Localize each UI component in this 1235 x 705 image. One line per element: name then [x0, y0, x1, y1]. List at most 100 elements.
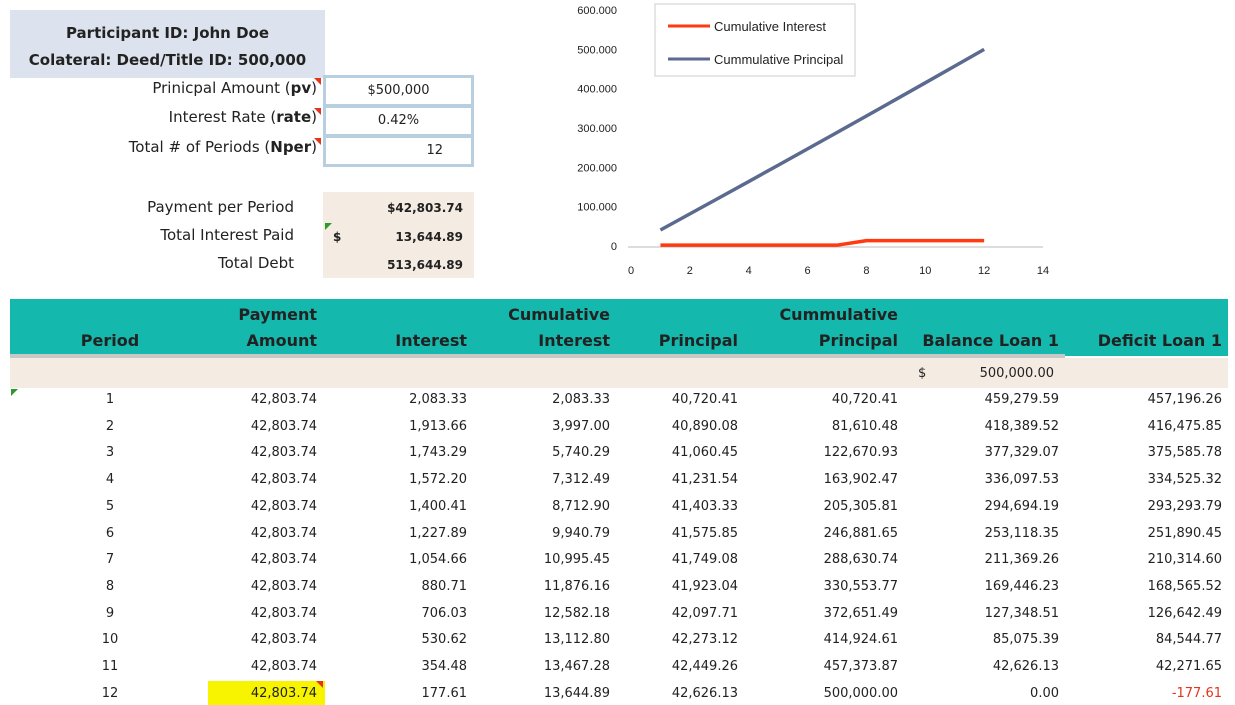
- cell-deficit[interactable]: -177.61: [1172, 686, 1222, 701]
- cell-cum-principal[interactable]: 457,373.87: [824, 659, 898, 674]
- cell-interest[interactable]: 1,054.66: [409, 552, 467, 567]
- cell-cum-interest[interactable]: 7,312.49: [552, 472, 610, 487]
- cell-deficit[interactable]: 42,271.65: [1156, 659, 1222, 674]
- cell-payment[interactable]: 42,803.74: [251, 552, 317, 567]
- cell-cum-principal[interactable]: 500,000.00: [824, 686, 898, 701]
- cell-deficit[interactable]: 457,196.26: [1148, 392, 1222, 407]
- cell-payment[interactable]: 42,803.74: [251, 632, 317, 647]
- cell-principal[interactable]: 41,923.04: [672, 579, 738, 594]
- cell-balance[interactable]: 211,369.26: [985, 552, 1059, 567]
- cell-interest[interactable]: 1,743.29: [409, 445, 467, 460]
- cell-period[interactable]: 9: [80, 606, 140, 621]
- cell-interest[interactable]: 1,227.89: [409, 526, 467, 541]
- cell-cum-interest[interactable]: 11,876.16: [544, 579, 610, 594]
- cell-interest[interactable]: 706.03: [422, 606, 468, 621]
- cell-interest[interactable]: 354.48: [422, 659, 468, 674]
- cell-deficit[interactable]: 416,475.85: [1148, 419, 1222, 434]
- cell-interest[interactable]: 2,083.33: [409, 392, 467, 407]
- cell-payment[interactable]: 42,803.74: [251, 579, 317, 594]
- cell-deficit[interactable]: 293,293.79: [1148, 499, 1222, 514]
- cell-principal[interactable]: 41,060.45: [672, 445, 738, 460]
- cell-cum-interest[interactable]: 12,582.18: [544, 606, 610, 621]
- cell-balance[interactable]: 0.00: [1030, 686, 1059, 701]
- cell-cum-interest[interactable]: 8,712.90: [552, 499, 610, 514]
- payment-value[interactable]: $42,803.74: [387, 201, 463, 215]
- cell-cum-interest[interactable]: 13,644.89: [544, 686, 610, 701]
- line-chart[interactable]: 0 100.000 200.000 300.000 400.000 500.000 600.…: [560, 0, 1080, 285]
- pv-input[interactable]: $500,000: [323, 75, 474, 107]
- cell-payment[interactable]: 42,803.74: [251, 392, 317, 407]
- cell-cum-principal[interactable]: 372,651.49: [824, 606, 898, 621]
- cell-deficit[interactable]: 375,585.78: [1148, 445, 1222, 460]
- cell-deficit[interactable]: 126,642.49: [1148, 606, 1222, 621]
- cell-period[interactable]: 7: [80, 552, 140, 567]
- comment-marker[interactable]: [316, 680, 323, 688]
- cell-cum-interest[interactable]: 13,112.80: [544, 632, 610, 647]
- cell-balance[interactable]: 336,097.53: [985, 472, 1059, 487]
- cell-cum-principal[interactable]: 330,553.77: [824, 579, 898, 594]
- cell-balance[interactable]: 377,329.07: [985, 445, 1059, 460]
- cell-principal[interactable]: 42,449.26: [672, 659, 738, 674]
- cell-period[interactable]: 5: [80, 499, 140, 514]
- cell-balance[interactable]: 169,446.23: [985, 579, 1059, 594]
- cell-balance[interactable]: 294,694.19: [985, 499, 1059, 514]
- cell-balance[interactable]: 127,348.51: [985, 606, 1059, 621]
- cell-period[interactable]: 4: [80, 472, 140, 487]
- cell-cum-interest[interactable]: 3,997.00: [552, 419, 610, 434]
- cell-principal[interactable]: 42,626.13: [672, 686, 738, 701]
- cell-balance[interactable]: 42,626.13: [993, 659, 1059, 674]
- cell-principal[interactable]: 41,749.08: [672, 552, 738, 567]
- cell-payment[interactable]: 42,803.74: [251, 445, 317, 460]
- error-marker[interactable]: [325, 223, 332, 230]
- cell-period[interactable]: 6: [80, 526, 140, 541]
- cell-principal[interactable]: 40,890.08: [672, 419, 738, 434]
- cell-principal[interactable]: 41,231.54: [672, 472, 738, 487]
- cell-period[interactable]: 10: [80, 632, 140, 647]
- cell-cum-principal[interactable]: 414,924.61: [824, 632, 898, 647]
- cell-principal[interactable]: 42,097.71: [672, 606, 738, 621]
- cell-balance[interactable]: 85,075.39: [993, 632, 1059, 647]
- cell-payment[interactable]: 42,803.74: [251, 499, 317, 514]
- cell-payment[interactable]: 42,803.74: [251, 472, 317, 487]
- cell-interest[interactable]: 1,572.20: [409, 472, 467, 487]
- cell-cum-principal[interactable]: 288,630.74: [824, 552, 898, 567]
- cell-deficit[interactable]: 84,544.77: [1156, 632, 1222, 647]
- cell-deficit[interactable]: 210,314.60: [1148, 552, 1222, 567]
- cell-principal[interactable]: 42,273.12: [672, 632, 738, 647]
- cell-deficit[interactable]: 334,525.32: [1148, 472, 1222, 487]
- cell-cum-principal[interactable]: 81,610.48: [832, 419, 898, 434]
- cell-cum-principal[interactable]: 122,670.93: [824, 445, 898, 460]
- nper-input[interactable]: 12: [323, 135, 474, 167]
- cell-payment[interactable]: 42,803.74: [251, 526, 317, 541]
- cell-principal[interactable]: 40,720.41: [672, 392, 738, 407]
- cell-principal[interactable]: 41,403.33: [672, 499, 738, 514]
- cell-period[interactable]: 11: [80, 659, 140, 674]
- cell-period[interactable]: 3: [80, 445, 140, 460]
- cell-cum-interest[interactable]: 2,083.33: [552, 392, 610, 407]
- cell-balance[interactable]: 459,279.59: [985, 392, 1059, 407]
- cell-interest[interactable]: 1,400.41: [409, 499, 467, 514]
- cell-deficit[interactable]: 168,565.52: [1148, 579, 1222, 594]
- cell-cum-interest[interactable]: 13,467.28: [544, 659, 610, 674]
- cell-principal[interactable]: 41,575.85: [672, 526, 738, 541]
- cell-period[interactable]: 12: [80, 686, 140, 701]
- cell-period[interactable]: 8: [80, 579, 140, 594]
- cell-payment[interactable]: 42,803.74: [251, 419, 317, 434]
- cell-interest[interactable]: 880.71: [422, 579, 468, 594]
- comment-marker[interactable]: [314, 138, 321, 145]
- cell-payment[interactable]: 42,803.74: [251, 686, 317, 701]
- cell-deficit[interactable]: 251,890.45: [1148, 526, 1222, 541]
- comment-marker[interactable]: [314, 108, 321, 115]
- cell-interest[interactable]: 1,913.66: [409, 419, 467, 434]
- cell-cum-principal[interactable]: 40,720.41: [832, 392, 898, 407]
- cell-interest[interactable]: 177.61: [422, 686, 468, 701]
- cell-cum-interest[interactable]: 9,940.79: [552, 526, 610, 541]
- cell-cum-principal[interactable]: 205,305.81: [824, 499, 898, 514]
- interest-value[interactable]: 13,644.89: [395, 230, 463, 244]
- cell-cum-principal[interactable]: 246,881.65: [824, 526, 898, 541]
- cell-period[interactable]: 1: [80, 392, 140, 407]
- cell-payment[interactable]: 42,803.74: [251, 606, 317, 621]
- cell-interest[interactable]: 530.62: [422, 632, 468, 647]
- cell-payment[interactable]: 42,803.74: [251, 659, 317, 674]
- debt-value[interactable]: 513,644.89: [387, 258, 463, 272]
